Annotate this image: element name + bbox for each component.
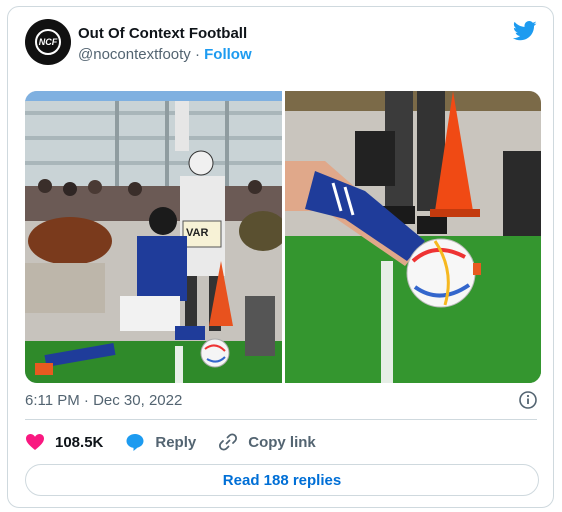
var-sign-text: VAR	[186, 227, 209, 239]
handle-line: @nocontextfooty · Follow	[78, 46, 252, 63]
media-grid[interactable]: VAR	[25, 91, 541, 383]
reply-label: Reply	[155, 433, 197, 451]
photo-1-image	[25, 91, 282, 383]
photo-2-image	[285, 91, 541, 383]
photo-2[interactable]	[285, 91, 541, 383]
tweet-card: NCF Out Of Context Football @nocontextfo…	[7, 6, 554, 508]
link-icon	[219, 433, 238, 451]
twitter-bird-icon[interactable]	[513, 21, 537, 41]
action-bar: 108.5K Reply Copy link	[25, 430, 338, 454]
info-icon[interactable]	[519, 391, 537, 409]
reply-button[interactable]: Reply	[125, 432, 196, 452]
divider	[25, 419, 537, 420]
avatar-logo: NCF	[35, 29, 61, 55]
display-name[interactable]: Out Of Context Football	[78, 25, 247, 42]
like-count: 108.5K	[55, 433, 104, 451]
heart-icon	[26, 434, 44, 450]
read-replies-button[interactable]: Read 188 replies	[25, 464, 539, 496]
like-button[interactable]: 108.5K	[25, 433, 103, 451]
handle[interactable]: @nocontextfooty	[78, 46, 191, 63]
follow-button[interactable]: Follow	[204, 46, 252, 63]
copy-link-label: Copy link	[248, 433, 316, 451]
speech-bubble-icon	[126, 434, 144, 451]
tweet-timestamp[interactable]: 6:11 PM · Dec 30, 2022	[25, 392, 182, 409]
avatar[interactable]: NCF	[25, 19, 71, 65]
copy-link-button[interactable]: Copy link	[218, 432, 316, 452]
photo-1[interactable]: VAR	[25, 91, 282, 383]
separator: ·	[194, 46, 200, 63]
